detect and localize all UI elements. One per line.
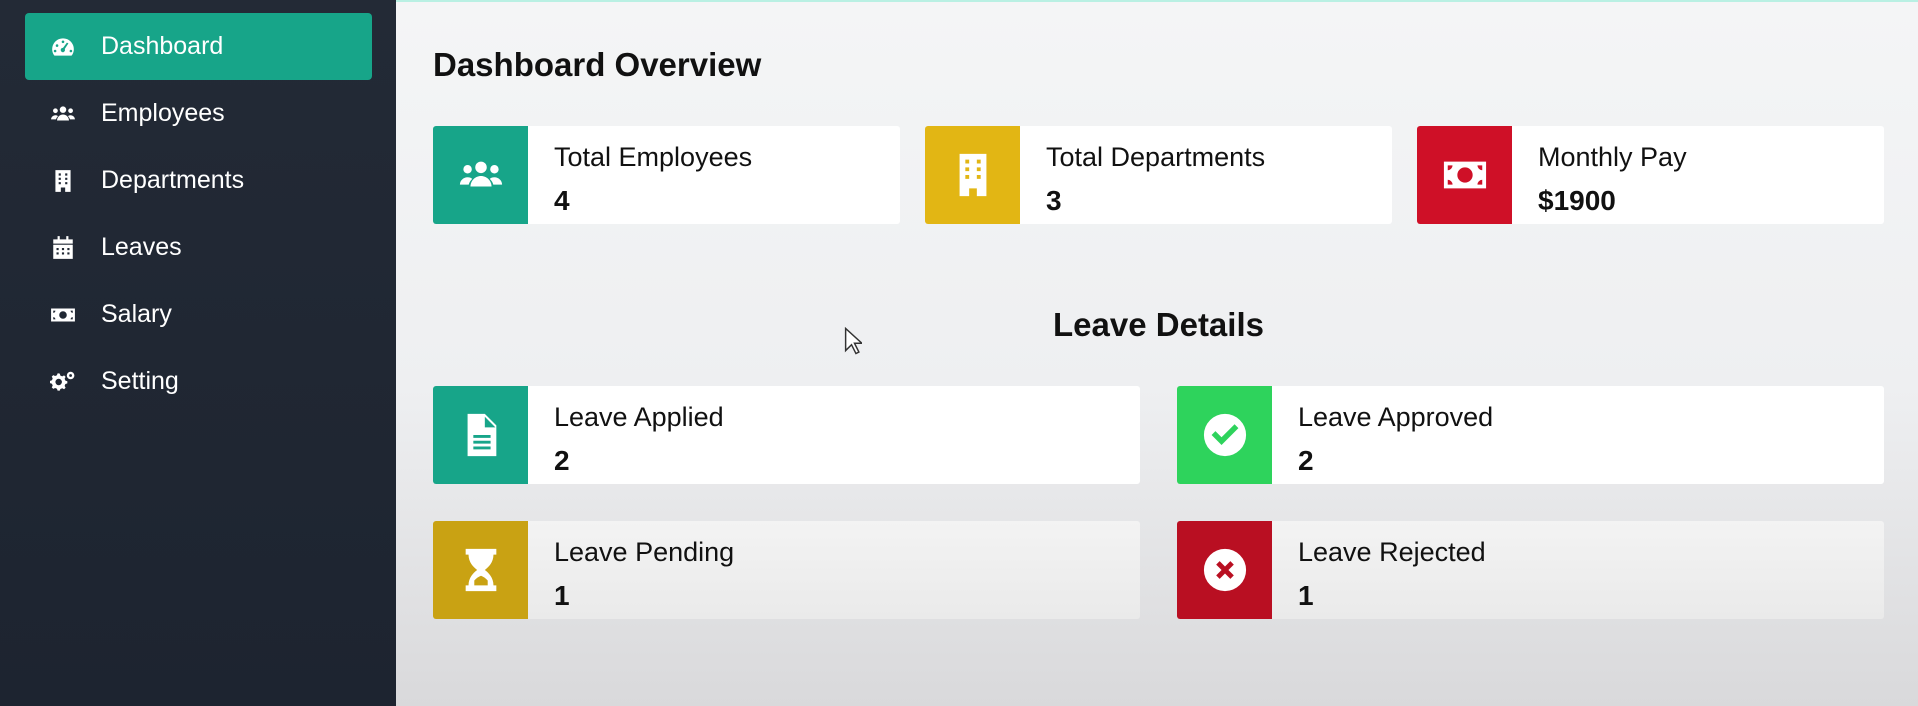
cogs-icon: [49, 368, 77, 396]
sidebar-item-label: Salary: [101, 300, 172, 328]
dashboard-gauge-icon: [49, 33, 77, 61]
sidebar-item-leaves[interactable]: Leaves: [25, 214, 372, 281]
card-label: Monthly Pay: [1538, 142, 1687, 172]
sidebar-item-label: Departments: [101, 166, 245, 194]
sidebar-item-label: Setting: [101, 367, 179, 395]
card-value: $1900: [1538, 185, 1616, 216]
leave-card-approved[interactable]: Leave Approved 2: [1177, 386, 1884, 484]
building-icon: [925, 126, 1020, 224]
card-label: Leave Rejected: [1298, 537, 1486, 567]
card-label: Total Employees: [554, 142, 753, 172]
summary-card-total-employees[interactable]: Total Employees 4: [433, 126, 900, 224]
sidebar-item-departments[interactable]: Departments: [25, 147, 372, 214]
leave-cards-row-2: Leave Pending 1 Leave Rejected 1: [433, 521, 1884, 619]
sidebar: Dashboard Employees Departments Leaves S…: [0, 0, 396, 706]
card-value: 2: [554, 445, 570, 476]
summary-card-monthly-pay[interactable]: Monthly Pay $1900: [1417, 126, 1884, 224]
card-label: Leave Applied: [554, 402, 724, 432]
card-value: 3: [1046, 185, 1062, 216]
sidebar-item-label: Employees: [101, 99, 225, 127]
card-value: 1: [554, 580, 570, 611]
card-value: 2: [1298, 445, 1314, 476]
building-icon: [49, 167, 77, 195]
main-content: Dashboard Overview Total Employees 4 Tot…: [396, 0, 1918, 706]
card-label: Leave Approved: [1298, 402, 1494, 432]
sidebar-item-label: Leaves: [101, 233, 182, 261]
users-icon: [49, 100, 77, 128]
users-icon: [433, 126, 528, 224]
leave-cards-row-1: Leave Applied 2 Leave Approved 2: [433, 386, 1884, 484]
sidebar-item-salary[interactable]: Salary: [25, 281, 372, 348]
calendar-icon: [49, 234, 77, 262]
card-label: Total Departments: [1046, 142, 1266, 172]
money-bill-icon: [49, 301, 77, 329]
hourglass-icon: [433, 521, 528, 619]
leave-card-rejected[interactable]: Leave Rejected 1: [1177, 521, 1884, 619]
summary-cards: Total Employees 4 Total Departments 3 Mo…: [433, 126, 1884, 224]
section-title: Leave Details: [1053, 306, 1264, 343]
mouse-cursor-icon: [844, 327, 862, 355]
sidebar-item-dashboard[interactable]: Dashboard: [25, 13, 372, 80]
sidebar-item-label: Dashboard: [101, 32, 224, 60]
summary-card-total-departments[interactable]: Total Departments 3: [925, 126, 1392, 224]
money-bill-icon: [1417, 126, 1512, 224]
app-root: Dashboard Employees Departments Leaves S…: [0, 0, 1918, 706]
page-title: Dashboard Overview: [433, 46, 762, 83]
card-label: Leave Pending: [554, 537, 735, 567]
leave-card-pending[interactable]: Leave Pending 1: [433, 521, 1140, 619]
sidebar-item-setting[interactable]: Setting: [25, 348, 372, 415]
card-value: 1: [1298, 580, 1314, 611]
check-circle-icon: [1177, 386, 1272, 484]
sidebar-item-employees[interactable]: Employees: [25, 80, 372, 147]
leave-card-applied[interactable]: Leave Applied 2: [433, 386, 1140, 484]
file-icon: [433, 386, 528, 484]
times-circle-icon: [1177, 521, 1272, 619]
card-value: 4: [554, 185, 570, 216]
